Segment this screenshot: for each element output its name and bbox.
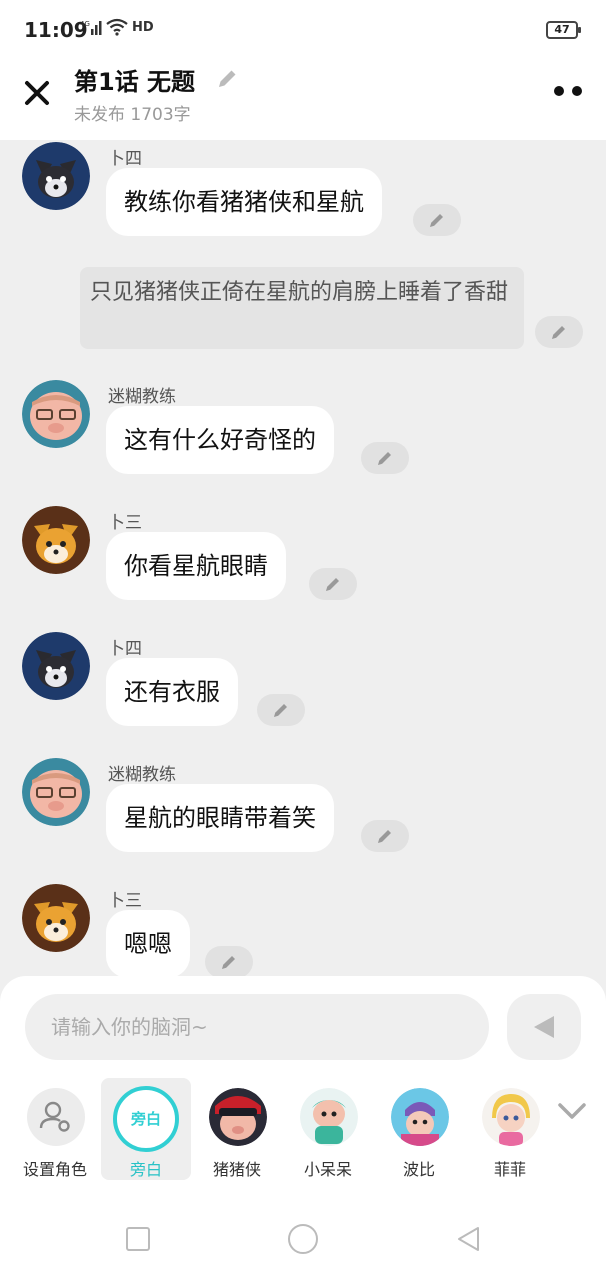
role-xiaodaidai[interactable]: 小呆呆 bbox=[283, 1078, 373, 1180]
speaker-name: 卜三 bbox=[108, 513, 142, 533]
pencil-icon bbox=[430, 214, 443, 227]
role-narration[interactable]: 旁白 旁白 bbox=[101, 1078, 191, 1180]
pencil-icon bbox=[552, 326, 565, 339]
edit-message-button[interactable] bbox=[535, 316, 583, 348]
wolf-avatar[interactable] bbox=[22, 632, 90, 700]
message-input[interactable]: 请输入你的脑洞~ bbox=[25, 994, 489, 1060]
pencil-icon bbox=[274, 704, 287, 717]
fox-avatar[interactable] bbox=[22, 506, 90, 574]
narration-badge: 旁白 bbox=[113, 1086, 179, 1152]
top-bar: 11:09 4G HD 47 第1话 无题 未发布 1703字 bbox=[0, 0, 606, 140]
edit-message-button[interactable] bbox=[205, 946, 253, 978]
bobi-avatar bbox=[391, 1088, 449, 1146]
chevron-down-icon[interactable] bbox=[556, 1100, 588, 1122]
recent-apps-button[interactable] bbox=[126, 1227, 150, 1251]
role-label: 猪猪侠 bbox=[212, 1160, 261, 1179]
message-bubble[interactable]: 嗯嗯 bbox=[106, 910, 190, 978]
back-button[interactable] bbox=[454, 1224, 484, 1254]
role-feifei[interactable]: 菲菲 bbox=[465, 1078, 555, 1180]
battery-icon: 47 bbox=[546, 21, 581, 39]
pig-coach-avatar[interactable] bbox=[22, 758, 90, 826]
send-icon bbox=[534, 1016, 554, 1038]
role-bobi[interactable]: 波比 bbox=[374, 1078, 464, 1180]
chapter-status: 未发布 1703字 bbox=[74, 105, 191, 125]
home-button[interactable] bbox=[288, 1224, 318, 1254]
feifei-avatar bbox=[482, 1088, 540, 1146]
speaker-name: 卜四 bbox=[108, 149, 142, 169]
send-button[interactable] bbox=[507, 994, 581, 1060]
hd-badge: HD bbox=[132, 19, 154, 35]
page-title: 第1话 无题 bbox=[74, 68, 196, 96]
edit-message-button[interactable] bbox=[257, 694, 305, 726]
close-icon[interactable] bbox=[20, 76, 54, 110]
message-bubble[interactable]: 还有衣服 bbox=[106, 658, 238, 726]
role-label: 小呆呆 bbox=[303, 1160, 352, 1179]
edit-title-icon[interactable] bbox=[214, 66, 240, 92]
edit-message-button[interactable] bbox=[413, 204, 461, 236]
edit-message-button[interactable] bbox=[361, 442, 409, 474]
message-bubble[interactable]: 教练你看猪猪侠和星航 bbox=[106, 168, 382, 236]
pencil-icon bbox=[326, 578, 339, 591]
speaker-name: 卜四 bbox=[108, 639, 142, 659]
dot-icon bbox=[572, 86, 582, 96]
dot-icon bbox=[554, 86, 564, 96]
role-label: 菲菲 bbox=[493, 1160, 526, 1179]
message-bubble[interactable]: 这有什么好奇怪的 bbox=[106, 406, 334, 474]
gg-bond-avatar bbox=[209, 1088, 267, 1146]
role-label: 波比 bbox=[402, 1160, 435, 1179]
role-set-character[interactable]: 设置角色 bbox=[10, 1078, 100, 1180]
message-bubble[interactable]: 你看星航眼睛 bbox=[106, 532, 286, 600]
fox-avatar[interactable] bbox=[22, 884, 90, 952]
status-time: 11:09 bbox=[24, 18, 88, 42]
svg-text:4G: 4G bbox=[80, 20, 90, 28]
wolf-avatar[interactable] bbox=[22, 142, 90, 210]
wifi-icon bbox=[106, 18, 128, 36]
speaker-name: 迷糊教练 bbox=[108, 387, 176, 407]
xiaodaidai-avatar bbox=[300, 1088, 358, 1146]
network-status: 4G HD bbox=[80, 18, 154, 36]
speaker-name: 卜三 bbox=[108, 891, 142, 911]
role-label: 设置角色 bbox=[22, 1160, 87, 1179]
user-settings-icon bbox=[27, 1088, 85, 1146]
edit-message-button[interactable] bbox=[309, 568, 357, 600]
narration-bubble[interactable]: 只见猪猪侠正倚在星航的肩膀上睡着了香甜 bbox=[80, 267, 524, 349]
edit-message-button[interactable] bbox=[361, 820, 409, 852]
pencil-icon bbox=[378, 452, 391, 465]
pig-coach-avatar[interactable] bbox=[22, 380, 90, 448]
chat-list: 卜四 教练你看猪猪侠和星航 只见猪猪侠正倚在星航的肩膀上睡着了香甜 迷糊教练 这… bbox=[0, 140, 606, 980]
speaker-name: 迷糊教练 bbox=[108, 765, 176, 785]
more-options-button[interactable] bbox=[554, 86, 584, 98]
pencil-icon bbox=[222, 956, 235, 969]
pencil-icon bbox=[378, 830, 391, 843]
role-selector: 设置角色 旁白 旁白 猪猪侠 小呆呆 波比 菲菲 bbox=[0, 1078, 606, 1182]
role-label: 旁白 bbox=[129, 1160, 162, 1179]
role-gg-bond[interactable]: 猪猪侠 bbox=[192, 1078, 282, 1180]
message-bubble[interactable]: 星航的眼睛带着笑 bbox=[106, 784, 334, 852]
signal-icon: 4G bbox=[80, 20, 102, 35]
status-bar: 11:09 4G HD 47 bbox=[0, 0, 606, 62]
